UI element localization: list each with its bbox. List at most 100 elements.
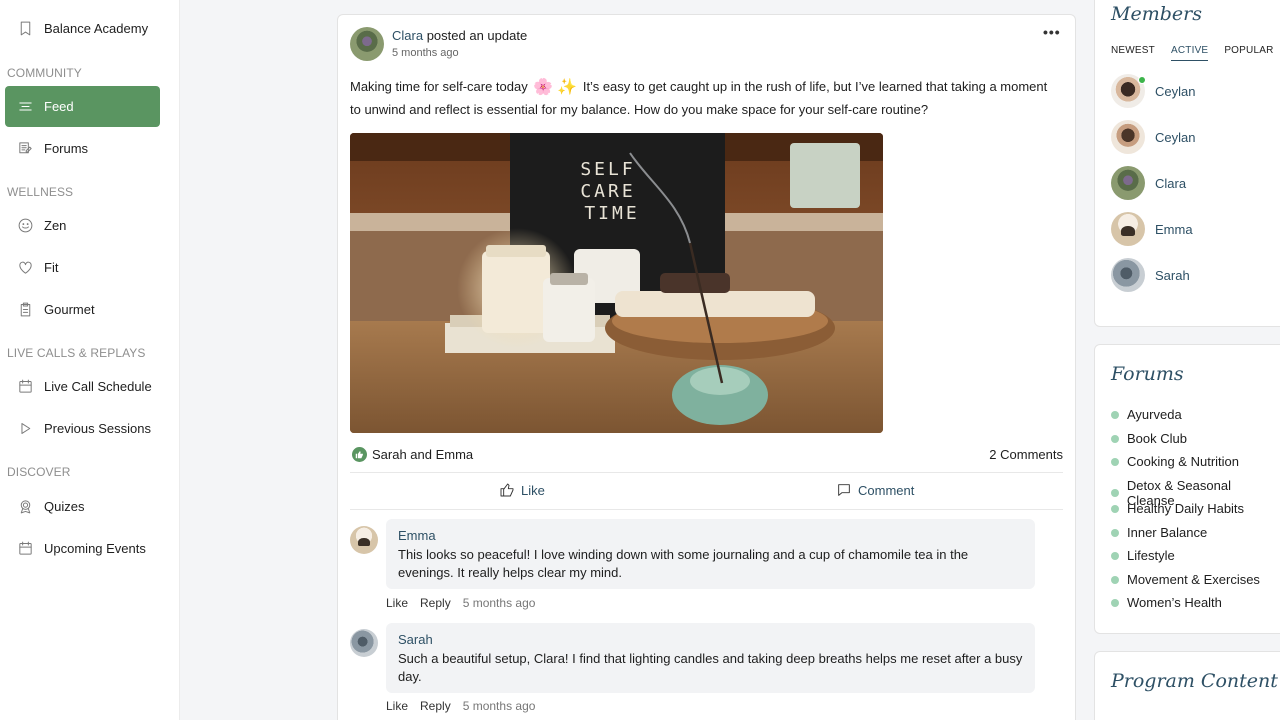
like-button-label: Like — [521, 482, 545, 498]
image-letter-board-line: CARE — [580, 181, 635, 202]
forum-link-lifestyle[interactable]: Lifestyle — [1111, 548, 1175, 563]
forum-label: Movement & Exercises — [1127, 572, 1260, 587]
member-item[interactable]: Ceylan — [1111, 120, 1195, 154]
avatar[interactable] — [350, 629, 378, 657]
sidebar-item-label: Balance Academy — [44, 21, 149, 36]
comment-text: This looks so peaceful! I love winding d… — [398, 547, 969, 580]
sidebar-item-live-call-schedule[interactable]: Live Call Schedule — [5, 366, 160, 407]
sidebar-item-gourmet[interactable]: Gourmet — [5, 289, 160, 330]
member-item[interactable]: Ceylan — [1111, 74, 1195, 108]
bullet-dot — [1111, 528, 1119, 537]
post-image[interactable]: SELF CARE TIME — [350, 133, 883, 433]
sidebar-item-quizes[interactable]: Quizes — [5, 486, 160, 527]
divider — [350, 509, 1063, 510]
forum-link-healthy-habits[interactable]: Healthy Daily Habits — [1111, 501, 1244, 516]
sidebar-item-previous-sessions[interactable]: Previous Sessions — [5, 408, 160, 449]
forum-link-book-club[interactable]: Book Club — [1111, 431, 1187, 446]
comment-button-label: Comment — [858, 482, 915, 498]
forum-label: Women’s Health — [1127, 595, 1222, 610]
bullet-dot — [1111, 434, 1119, 443]
sidebar-item-balance-academy[interactable]: Balance Academy — [5, 8, 160, 49]
forum-label: Lifestyle — [1127, 548, 1175, 563]
sidebar-item-label: Feed — [44, 99, 74, 114]
comment-like-link[interactable]: Like — [386, 699, 408, 713]
bullet-dot — [1111, 489, 1119, 497]
comment-bubble: Emma This looks so peaceful! I love wind… — [386, 519, 1035, 589]
bookmark-icon — [16, 20, 34, 38]
sidebar-item-label: Gourmet — [44, 302, 95, 317]
sidebar-item-feed[interactable]: Feed — [5, 86, 160, 127]
bullet-dot — [1111, 598, 1119, 607]
comment-reply-link[interactable]: Reply — [420, 699, 451, 713]
reactions-summary[interactable]: Sarah and Emma — [352, 447, 473, 462]
heart-icon — [16, 259, 34, 277]
sidebar-item-forums[interactable]: Forums — [5, 128, 160, 169]
sidebar-item-upcoming-events[interactable]: Upcoming Events — [5, 528, 160, 569]
play-icon — [16, 420, 34, 438]
comment-bubble: Sarah Such a beautiful setup, Clara! I f… — [386, 623, 1035, 693]
member-item[interactable]: Emma — [1111, 212, 1193, 246]
forum-link-cooking-nutrition[interactable]: Cooking & Nutrition — [1111, 454, 1239, 469]
forum-label: Book Club — [1127, 431, 1187, 446]
tab-popular[interactable]: POPULAR — [1224, 45, 1273, 61]
forum-link-movement[interactable]: Movement & Exercises — [1111, 572, 1260, 587]
member-name: Emma — [1155, 221, 1193, 237]
avatar[interactable] — [350, 27, 384, 61]
post-header: Clara posted an update — [392, 28, 527, 43]
sidebar-heading-live-calls: LIVE CALLS & REPLAYS — [7, 346, 146, 360]
post-body: Making time for self-care today 🌸 ✨ It’s … — [350, 76, 1050, 121]
comment-author-link[interactable]: Emma — [398, 528, 1023, 543]
forum-link-womens-health[interactable]: Women’s Health — [1111, 595, 1222, 610]
like-button[interactable]: Like — [499, 482, 545, 498]
members-tabs: NEWEST ACTIVE POPULAR — [1111, 45, 1274, 61]
member-item[interactable]: Clara — [1111, 166, 1186, 200]
sidebar-item-label: Fit — [44, 260, 59, 275]
comment-reply-link[interactable]: Reply — [420, 596, 451, 610]
sidebar-heading-wellness: WELLNESS — [7, 185, 74, 199]
self-care-photo: SELF CARE TIME — [350, 133, 883, 433]
tab-active[interactable]: ACTIVE — [1170, 45, 1209, 61]
forum-link-ayurveda[interactable]: Ayurveda — [1111, 407, 1182, 422]
feed-icon — [16, 98, 34, 116]
thumbs-up-icon — [500, 483, 514, 497]
sparkles-emoji: ✨ — [557, 78, 578, 96]
comment-timestamp: 5 months ago — [462, 596, 536, 610]
comment-actions: Like Reply 5 months ago — [386, 596, 535, 610]
forum-link-inner-balance[interactable]: Inner Balance — [1111, 525, 1207, 540]
thumbs-up-icon — [352, 447, 367, 462]
sidebar-item-label: Zen — [44, 218, 67, 233]
sidebar-item-label: Previous Sessions — [44, 421, 151, 436]
comment-button[interactable]: Comment — [836, 482, 914, 498]
forum-label: Cooking & Nutrition — [1127, 454, 1239, 469]
sidebar-item-fit[interactable]: Fit — [5, 247, 160, 288]
program-content-title: Program Content — [1111, 670, 1278, 692]
sidebar-item-label: Quizes — [44, 499, 85, 514]
member-name: Sarah — [1155, 267, 1190, 283]
comment-like-link[interactable]: Like — [386, 596, 408, 610]
comment-author-link[interactable]: Sarah — [398, 632, 1023, 647]
sidebar: Balance Academy COMMUNITY Feed Forums WE… — [0, 0, 180, 720]
comments-count-link[interactable]: 2 Comments — [989, 447, 1063, 462]
sidebar-item-label: Forums — [44, 141, 89, 156]
avatar — [1111, 166, 1145, 200]
forum-label: Inner Balance — [1127, 525, 1208, 540]
clipboard-icon — [16, 301, 34, 319]
sidebar-item-zen[interactable]: Zen — [5, 205, 160, 246]
calendar-icon — [16, 540, 34, 558]
divider — [350, 472, 1063, 473]
avatar — [1111, 258, 1145, 292]
post-author-link[interactable]: Clara — [392, 28, 423, 43]
reactions-names: Sarah and Emma — [372, 447, 474, 462]
member-name: Ceylan — [1155, 83, 1196, 99]
tab-newest[interactable]: NEWEST — [1111, 45, 1155, 61]
sidebar-item-label: Live Call Schedule — [44, 379, 152, 394]
member-item[interactable]: Sarah — [1111, 258, 1190, 292]
post-timestamp: 5 months ago — [392, 47, 459, 59]
calendar-icon — [16, 378, 34, 396]
comment-icon — [838, 484, 850, 496]
more-options-icon[interactable]: ••• — [1043, 24, 1061, 40]
image-letter-board-line: TIME — [584, 203, 639, 224]
avatar[interactable] — [350, 526, 378, 554]
bullet-dot — [1111, 575, 1119, 584]
member-name: Clara — [1155, 175, 1187, 191]
